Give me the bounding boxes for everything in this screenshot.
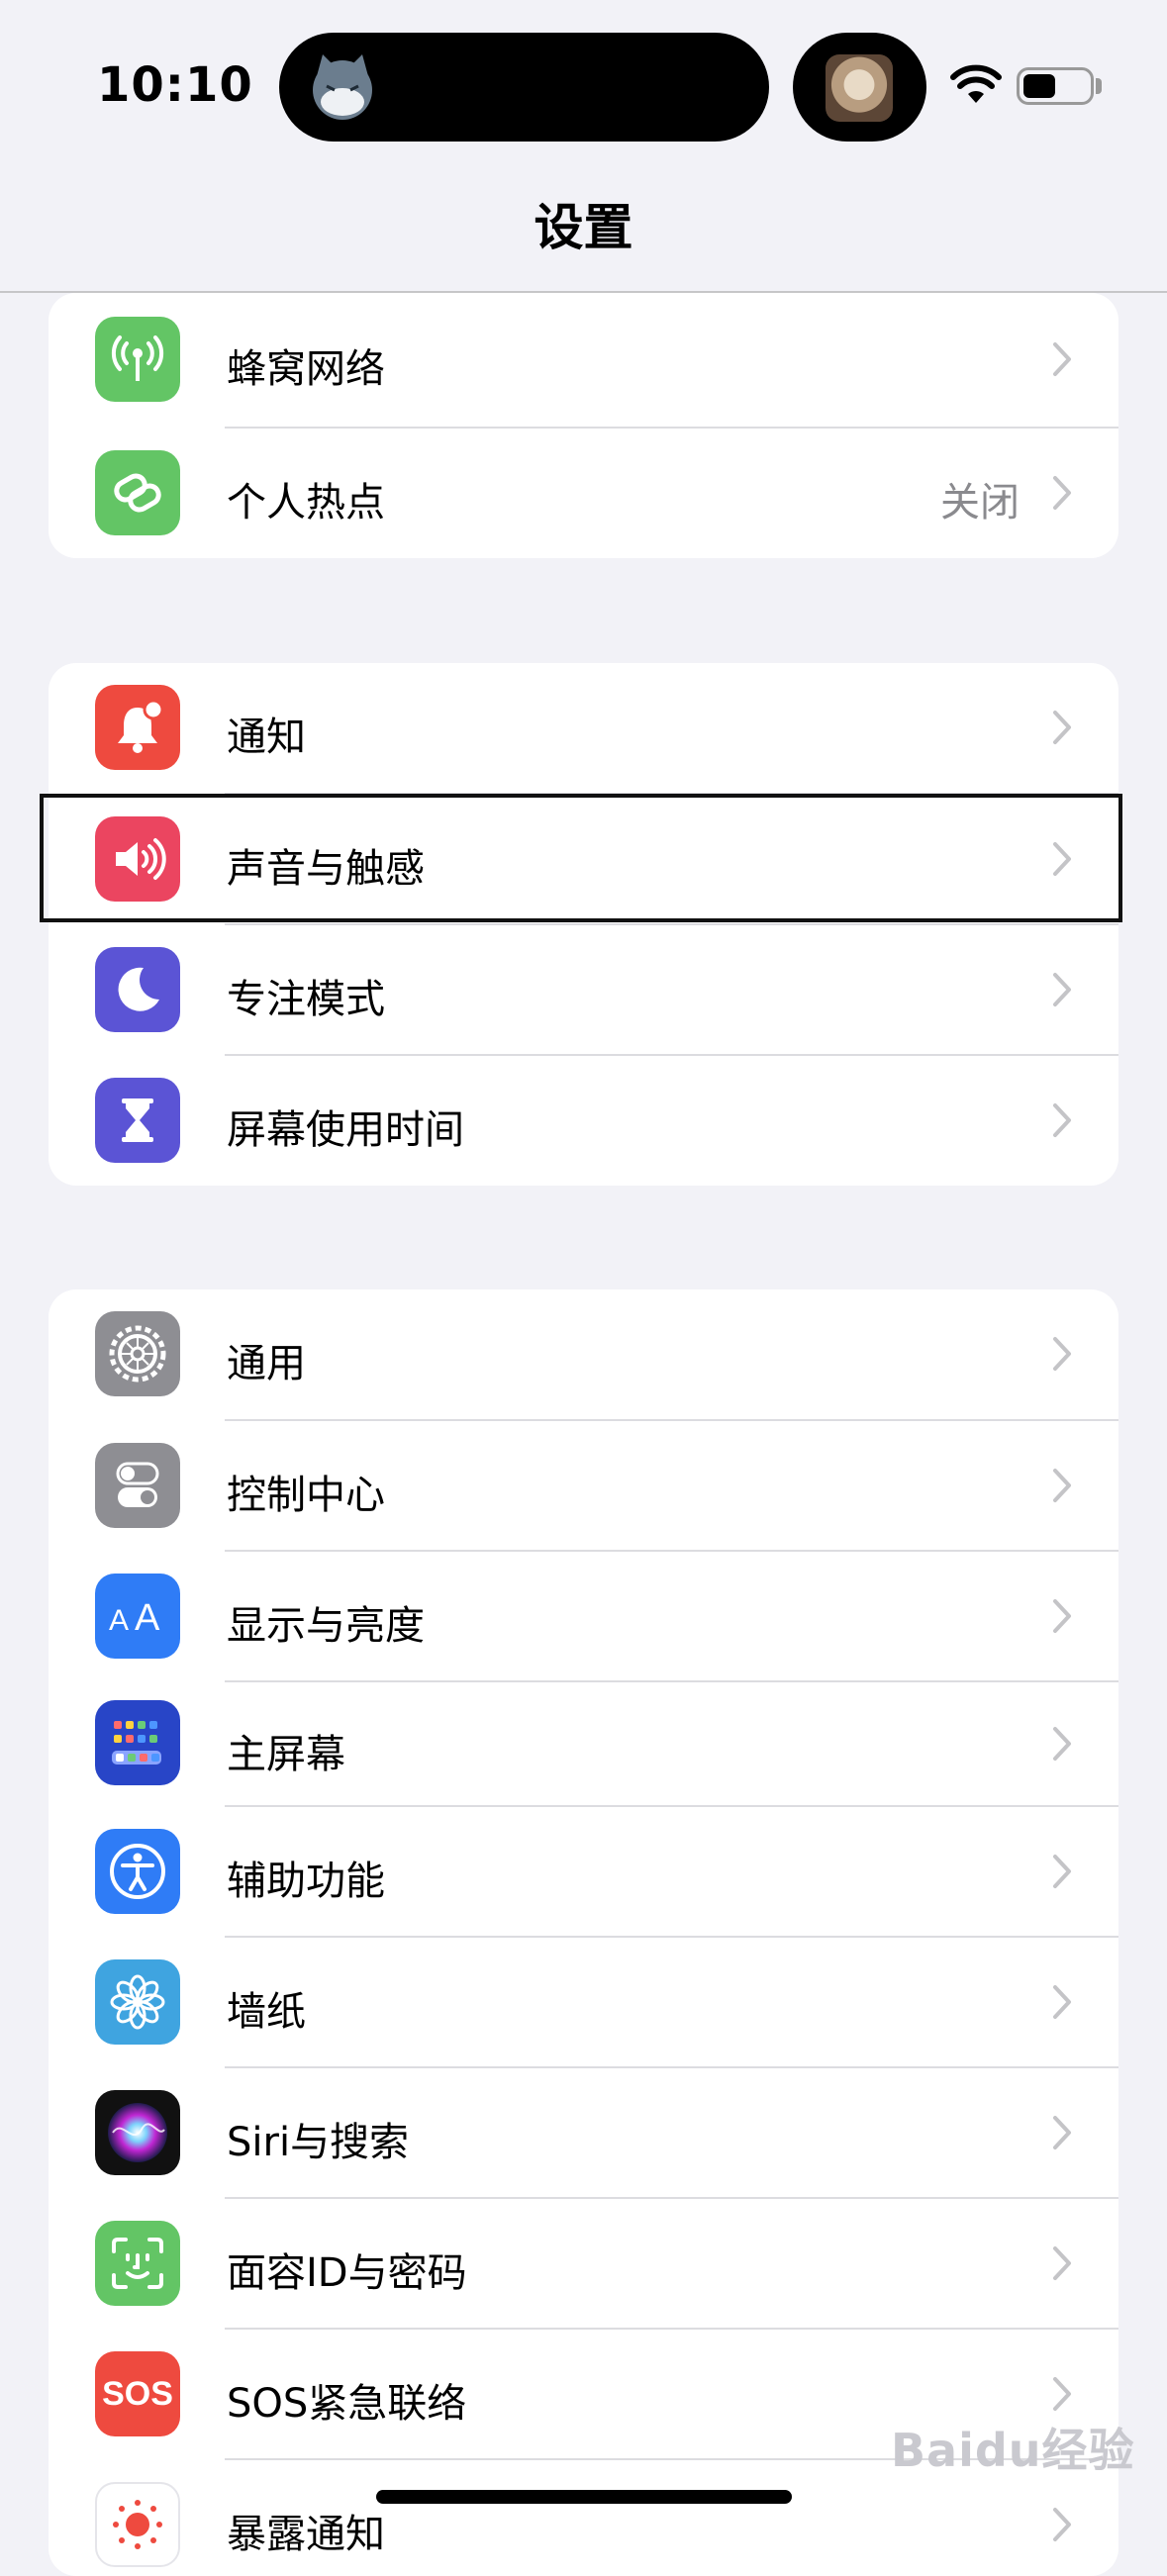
chevron-right-icon [1053,1599,1071,1633]
row-label: 墙纸 [227,1989,306,2035]
chevron-right-icon [1053,342,1071,376]
toggle-switches-icon [95,1443,180,1528]
row-label: 面容ID与密码 [227,2250,467,2296]
row-focus[interactable]: 专注模式 [49,925,1118,1054]
group-general: 通用 控制中心 A A 显示与亮度 主屏幕 辅助功能 墙纸 Siri与搜索 面容… [49,1289,1118,2576]
hotspot-link-icon [95,450,180,535]
dynamic-island[interactable] [279,33,769,142]
chevron-right-icon [1053,1985,1071,2019]
row-display-brightness[interactable]: A A 显示与亮度 [49,1552,1118,1680]
row-siri-search[interactable]: Siri与搜索 [49,2068,1118,2197]
row-label: 控制中心 [227,1473,385,1518]
highlight-outline [40,794,1122,922]
row-notifications[interactable]: 通知 [49,663,1118,794]
notification-bell-icon [95,685,180,770]
group-notifications: 通知 声音与触感 专注模式 屏幕使用时间 [49,663,1118,1186]
row-label: 通用 [227,1341,306,1386]
cellular-antenna-icon [95,317,180,402]
row-label: Siri与搜索 [227,2120,410,2165]
row-cellular[interactable]: 蜂窝网络 [49,293,1118,428]
row-screen-time[interactable]: 屏幕使用时间 [49,1056,1118,1186]
row-label: 主屏幕 [227,1732,345,1777]
chevron-right-icon [1053,2246,1071,2280]
baidu-watermark: Baidu经验 [891,2424,1135,2477]
row-label: 屏幕使用时间 [227,1107,464,1153]
row-label: 通知 [227,715,306,760]
siri-orb-icon [95,2090,180,2175]
hotspot-status-value: 关闭 [940,480,1020,525]
wifi-icon [950,64,1002,103]
face-id-icon [95,2221,180,2306]
row-hotspot[interactable]: 个人热点 关闭 [49,429,1118,558]
chevron-right-icon [1053,1727,1071,1761]
exposure-notification-icon [95,2482,180,2567]
home-screen-grid-icon [95,1700,180,1785]
chevron-right-icon [1053,2508,1071,2541]
chevron-right-icon [1053,2377,1071,2411]
chevron-right-icon [1053,1103,1071,1137]
row-general[interactable]: 通用 [49,1289,1118,1419]
accessibility-icon [95,1829,180,1914]
sos-icon: SOS [95,2351,180,2436]
chevron-right-icon [1053,1469,1071,1502]
row-label: 专注模式 [227,977,385,1022]
row-label: 个人热点 [227,480,385,525]
row-label: 暴露通知 [227,2512,385,2557]
status-time: 10:10 [97,57,253,113]
chevron-right-icon [1053,476,1071,510]
row-face-id-passcode[interactable]: 面容ID与密码 [49,2199,1118,2328]
gear-icon [95,1311,180,1396]
chevron-right-icon [1053,711,1071,744]
live-activity-pill[interactable] [793,33,926,142]
svg-text:A: A [109,1604,129,1637]
row-label: 显示与亮度 [227,1603,425,1649]
row-label: 辅助功能 [227,1859,385,1904]
home-indicator[interactable] [376,2490,792,2504]
chevron-right-icon [1053,1337,1071,1371]
page-title: 设置 [534,199,633,256]
chevron-right-icon [1053,973,1071,1006]
status-bar: 10:10 [0,0,1167,178]
chevron-right-icon [1053,1855,1071,1888]
row-control-center[interactable]: 控制中心 [49,1421,1118,1550]
group-connectivity: 蜂窝网络 个人热点 关闭 [49,293,1118,558]
hourglass-icon [95,1078,180,1163]
chevron-right-icon [1053,2116,1071,2149]
row-label: 蜂窝网络 [227,346,385,392]
photo-thumbnail [826,54,893,122]
cat-avatar-icon [313,54,372,120]
row-label: SOS紧急联络 [227,2381,467,2427]
text-size-aa-icon: A A [95,1574,180,1659]
row-wallpaper[interactable]: 墙纸 [49,1938,1118,2066]
moon-icon [95,947,180,1032]
row-accessibility[interactable]: 辅助功能 [49,1807,1118,1936]
svg-text:A: A [135,1597,160,1639]
flower-icon [95,1959,180,2045]
battery-icon [1017,67,1094,105]
row-home-screen[interactable]: 主屏幕 [49,1682,1118,1805]
